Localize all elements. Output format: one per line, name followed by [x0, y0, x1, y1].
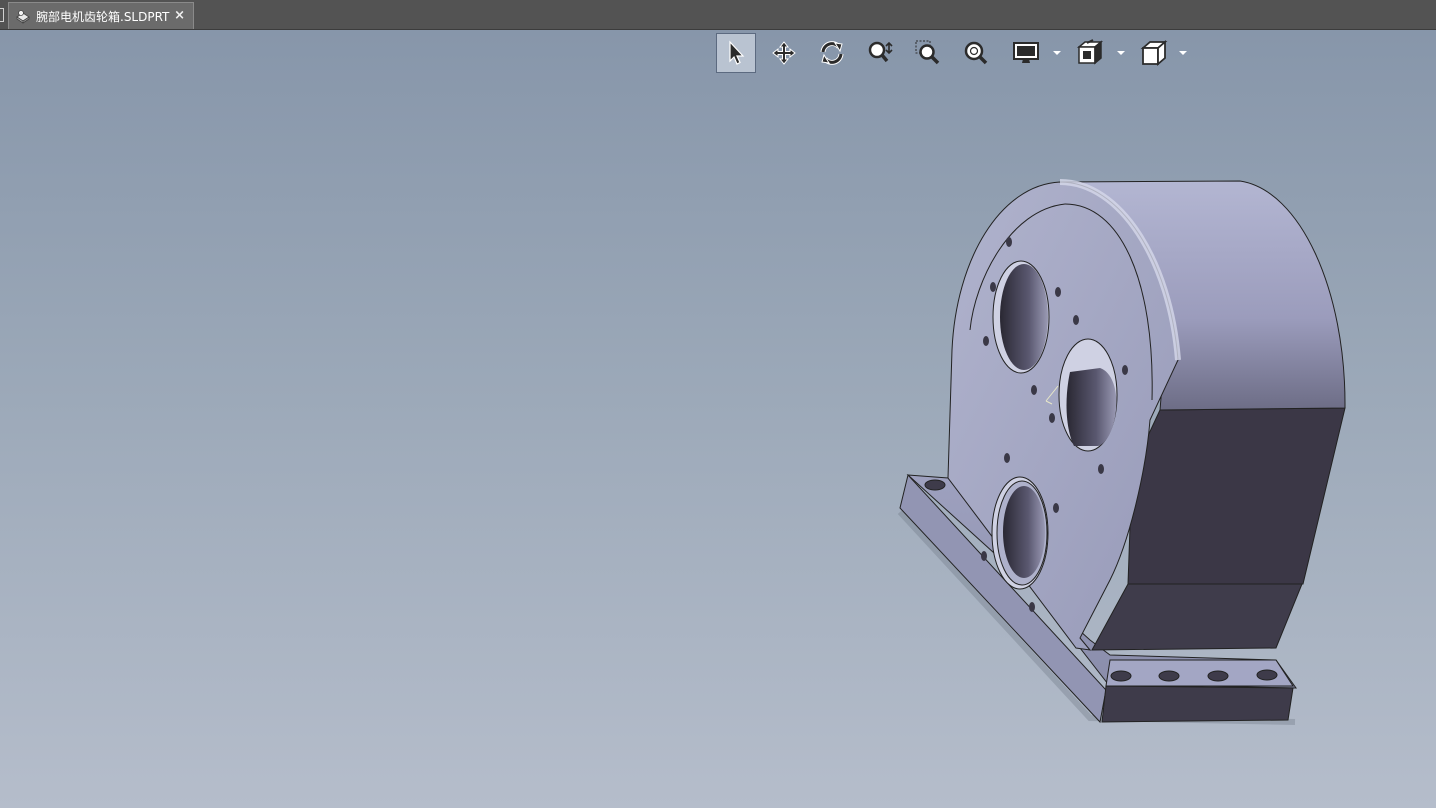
heads-up-view-toolbar [716, 33, 1196, 73]
select-tool[interactable] [716, 33, 756, 73]
view-orientation-dropdown[interactable] [1178, 46, 1188, 60]
rotate-tool[interactable] [812, 33, 852, 73]
zoom-to-fit-tool[interactable] [956, 33, 996, 73]
pan-tool[interactable] [764, 33, 804, 73]
cursor-icon [729, 40, 745, 65]
zoom-to-area-tool[interactable] [908, 33, 948, 73]
caret-down-icon [1053, 51, 1061, 55]
section-view-icon [1076, 39, 1104, 65]
caret-down-icon [1117, 51, 1125, 55]
zoom-in-out-icon [868, 41, 893, 63]
gearbox-part-model[interactable] [0, 0, 1436, 808]
caret-down-icon [1179, 51, 1187, 55]
zoom-fit-icon [964, 41, 988, 65]
cube-icon [1140, 40, 1168, 66]
display-style-tool[interactable] [1006, 33, 1046, 73]
display-style-dropdown[interactable] [1052, 46, 1062, 60]
monitor-icon [1013, 42, 1039, 63]
zoom-in-out-tool[interactable] [860, 33, 900, 73]
view-orientation-tool[interactable] [1134, 33, 1174, 73]
section-view-tool[interactable] [1070, 33, 1110, 73]
section-view-dropdown[interactable] [1116, 46, 1126, 60]
zoom-area-icon [915, 40, 940, 65]
move-arrows-icon [772, 41, 796, 65]
rotate-icon [820, 41, 844, 65]
